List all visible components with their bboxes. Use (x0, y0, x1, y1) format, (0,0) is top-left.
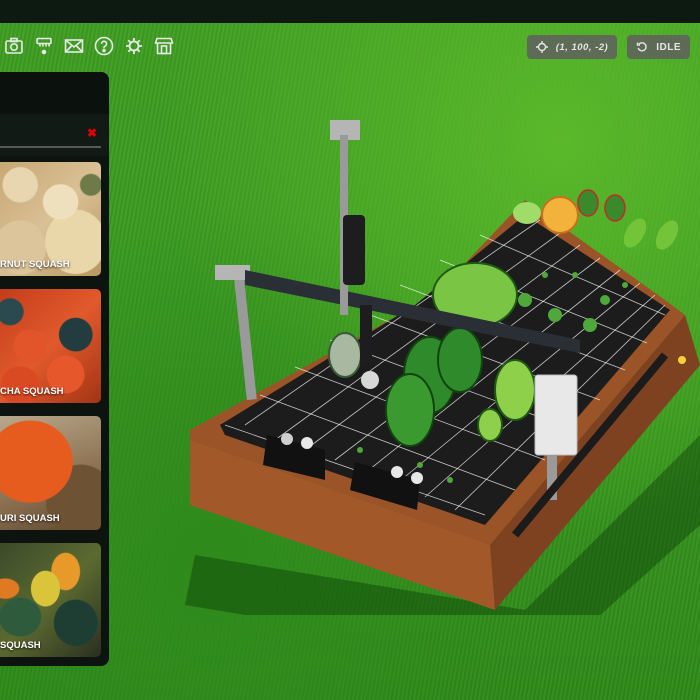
shop-button[interactable] (152, 34, 176, 58)
water-button[interactable] (32, 34, 56, 58)
crop-card-red-kuri-squash[interactable]: URI SQUASH (0, 416, 101, 530)
status-group: (1, 100, -2) IDLE (526, 35, 690, 59)
sensor (678, 356, 686, 364)
search-bar[interactable]: ✖ (0, 114, 109, 156)
garden-3d-view[interactable] (185, 105, 700, 665)
chard-plant (385, 373, 435, 447)
pepper-plant (655, 220, 679, 250)
crop-card-butternut-squash[interactable]: RNUT SQUASH (0, 162, 101, 276)
crop-card-label: CHA SQUASH (0, 386, 64, 397)
top-bar (0, 0, 700, 23)
clear-search-icon[interactable]: ✖ (87, 126, 97, 140)
crop-catalog-panel: ✖ RNUT SQUASH CHA SQUASH URI SQUASH SQUA… (0, 72, 109, 666)
squash-plant (328, 332, 362, 378)
bot-state-label: IDLE (656, 41, 681, 53)
electronics-box (534, 374, 578, 456)
lettuce-plant (494, 359, 536, 421)
tool-slot (301, 437, 313, 449)
lettuce-plant (477, 408, 503, 442)
tool-head (361, 371, 379, 389)
crosshair-icon (535, 41, 548, 53)
crop-card-label: SQUASH (0, 640, 41, 651)
beet-plant (577, 189, 599, 217)
chard-plant (437, 327, 483, 393)
pepper-plant (623, 218, 647, 248)
help-icon (94, 36, 114, 56)
crop-card-ornamental-squash[interactable]: SQUASH (0, 543, 101, 657)
gear-icon (126, 38, 142, 54)
crop-card-label: URI SQUASH (0, 513, 60, 524)
position-readout[interactable]: (1, 100, -2) (526, 35, 618, 59)
tool-slot (281, 433, 293, 445)
settings-button[interactable] (122, 34, 146, 58)
z-axis-extension (360, 305, 372, 365)
help-button[interactable] (92, 34, 116, 58)
search-underline (0, 146, 101, 148)
messages-button[interactable] (62, 34, 86, 58)
z-axis-motor (343, 215, 365, 285)
crop-card-kabocha-squash[interactable]: CHA SQUASH (0, 289, 101, 403)
bot-state-button[interactable]: IDLE (627, 35, 690, 59)
gantry-left-column (233, 269, 257, 401)
tool-slot (391, 466, 403, 478)
toolbar (0, 34, 176, 58)
photos-button[interactable] (2, 34, 26, 58)
crop-card-list: RNUT SQUASH CHA SQUASH URI SQUASH SQUASH (0, 156, 109, 657)
sync-icon (637, 42, 647, 52)
lettuce-plant (513, 202, 541, 224)
shop-icon (154, 37, 174, 55)
gantry-left-bracket (215, 265, 250, 280)
mail-icon (64, 39, 84, 53)
onion-plant (541, 196, 579, 234)
position-value: (1, 100, -2) (555, 41, 609, 53)
crop-card-label: RNUT SQUASH (0, 259, 70, 270)
camera-icon (5, 37, 23, 54)
watering-nozzle-icon (36, 37, 52, 55)
panel-header (0, 72, 109, 114)
tool-slot (411, 472, 423, 484)
beet-plant (604, 194, 626, 222)
farmbot-render (185, 120, 700, 665)
